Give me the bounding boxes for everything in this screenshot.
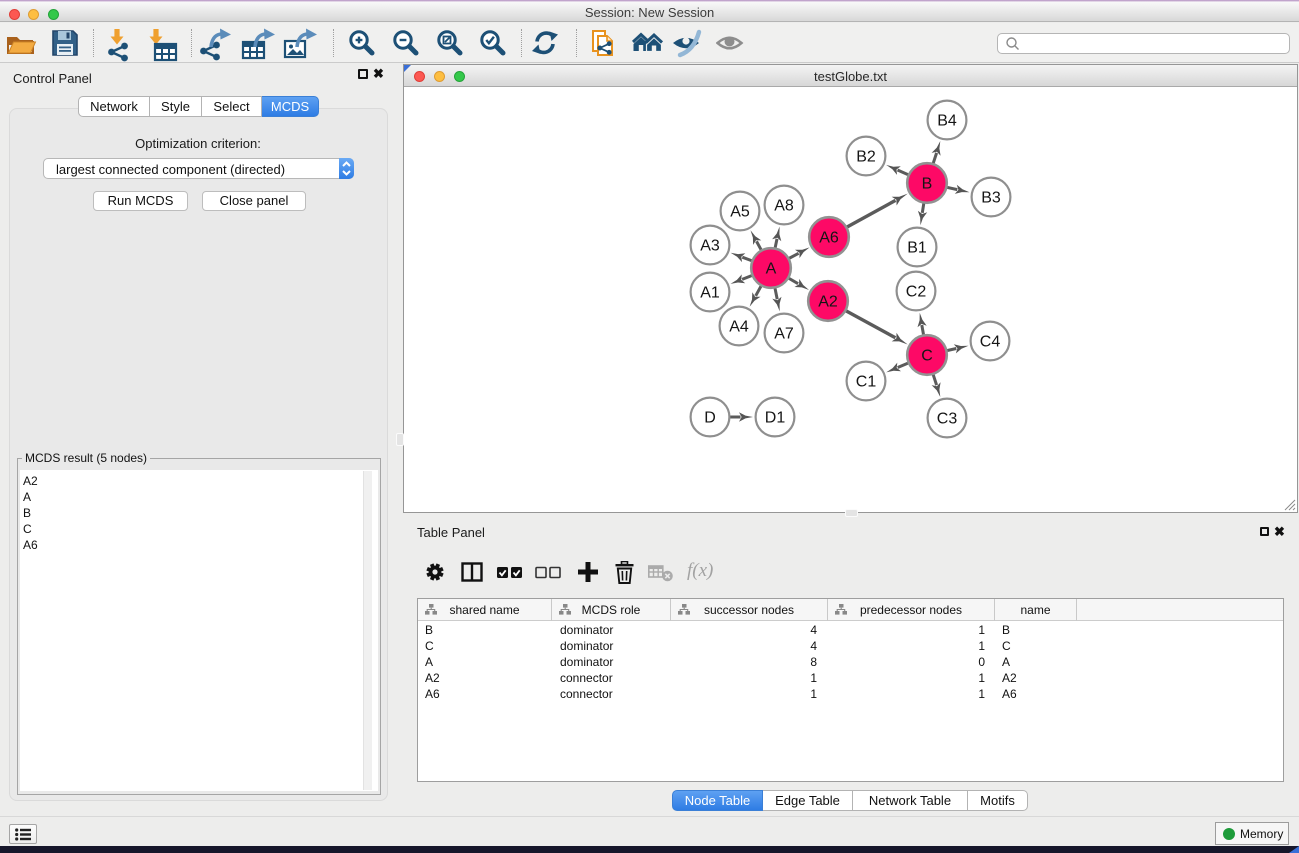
svg-text:B: B [922,176,933,193]
svg-text:A1: A1 [700,285,720,302]
svg-text:C3: C3 [937,411,958,428]
svg-text:B1: B1 [907,240,927,257]
svg-text:A8: A8 [774,198,794,215]
svg-text:C4: C4 [980,334,1001,351]
svg-text:A3: A3 [700,238,720,255]
svg-text:C2: C2 [906,284,927,301]
svg-text:D1: D1 [765,410,786,427]
svg-text:A6: A6 [819,230,839,247]
svg-text:A4: A4 [729,319,749,336]
svg-text:B3: B3 [981,190,1001,207]
svg-text:C: C [921,348,933,365]
svg-text:A2: A2 [818,294,838,311]
svg-text:B2: B2 [856,149,876,166]
svg-text:A: A [766,261,777,278]
svg-text:D: D [704,410,716,427]
svg-text:A5: A5 [730,204,750,221]
svg-text:A7: A7 [774,326,794,343]
svg-text:C1: C1 [856,374,877,391]
svg-text:B4: B4 [937,113,957,130]
